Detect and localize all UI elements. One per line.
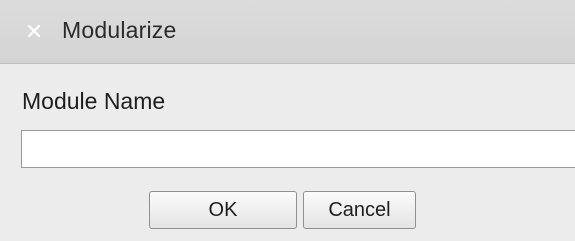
close-icon[interactable]	[25, 22, 43, 40]
dialog-title: Modularize	[62, 17, 177, 43]
module-name-input[interactable]	[21, 130, 575, 168]
module-name-label: Module Name	[22, 88, 166, 114]
modularize-dialog: Modularize Module Name OK Cancel	[0, 0, 575, 241]
ok-button[interactable]: OK	[149, 191, 297, 229]
cancel-button[interactable]: Cancel	[303, 191, 416, 229]
dialog-titlebar: Modularize	[0, 0, 575, 64]
